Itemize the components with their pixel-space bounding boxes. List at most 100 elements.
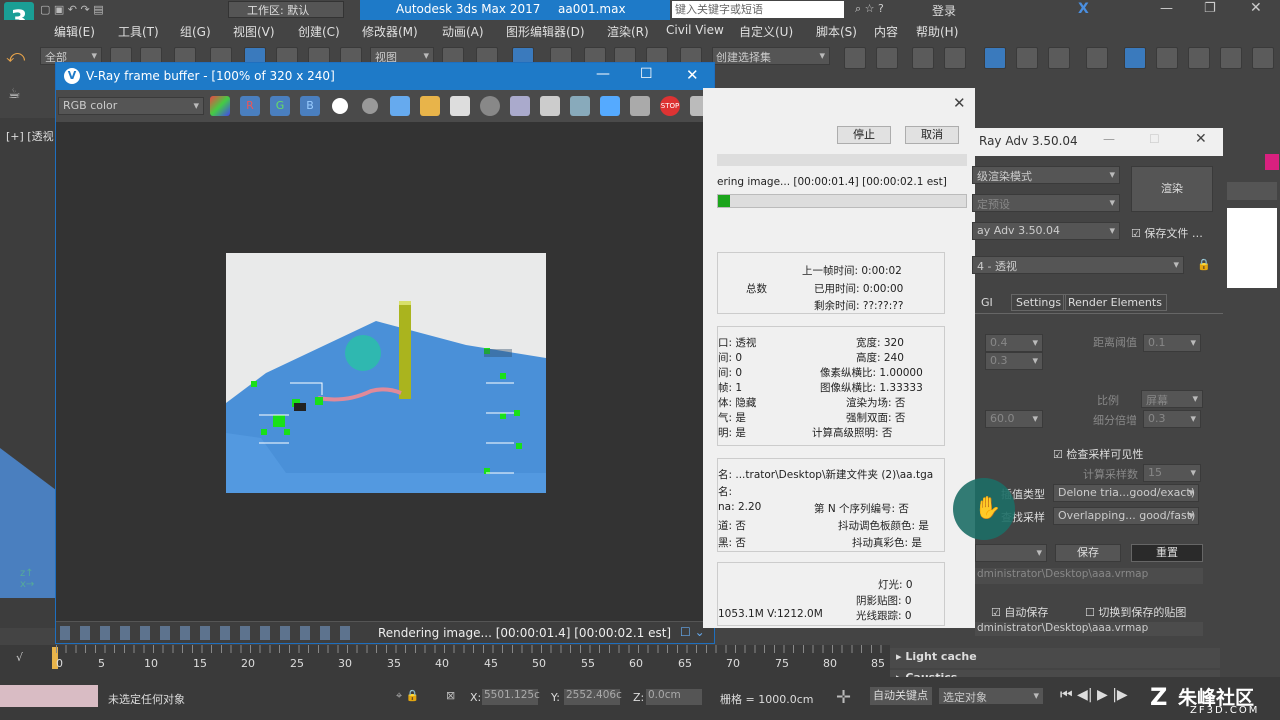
tab-gi[interactable]: GI	[981, 296, 993, 309]
modifier-list-dropdown[interactable]	[1227, 182, 1277, 200]
lookup-sample-dropdown[interactable]: Overlapping... good/fast)	[1053, 507, 1199, 525]
render-last-icon[interactable]	[570, 96, 590, 116]
render-iterative-icon[interactable]	[1220, 47, 1242, 69]
red-channel-button[interactable]: R	[240, 96, 260, 116]
dist-threshold-spinner[interactable]: 0.1	[1143, 334, 1201, 352]
window-close-icon[interactable]: ✕	[1250, 0, 1262, 16]
isolate-icon[interactable]: ⌖ 🔒	[396, 689, 419, 703]
calc-pass-spinner[interactable]: 15	[1143, 464, 1201, 482]
align-icon[interactable]	[876, 47, 898, 69]
mode-dropdown[interactable]	[975, 544, 1047, 562]
progress-close-icon[interactable]: ✕	[953, 94, 966, 112]
teapot-icon[interactable]: ☕	[8, 86, 38, 108]
load-image-icon[interactable]	[420, 96, 440, 116]
material-editor-icon[interactable]	[1086, 47, 1108, 69]
target-dropdown[interactable]: 级渲染模式	[972, 166, 1120, 184]
quick-access-toolbar[interactable]: ▢ ▣ ↶ ↷ ▤	[40, 3, 200, 17]
viewport-label[interactable]: [+] [透视	[6, 128, 54, 144]
menu-civil-view[interactable]: Civil View	[666, 23, 724, 37]
render-production-icon[interactable]	[1188, 47, 1210, 69]
schematic-icon[interactable]	[1048, 47, 1070, 69]
renderer-dropdown[interactable]: ay Adv 3.50.04	[972, 222, 1120, 240]
radius-spinner[interactable]: 60.0	[985, 410, 1043, 428]
autosave-path-field[interactable]: dministrator\Desktop\aaa.vrmap	[975, 622, 1203, 636]
check-sample-visibility-checkbox[interactable]: ☑ 检查采样可见性	[1053, 446, 1143, 462]
rendered-frame-icon[interactable]	[1156, 47, 1178, 69]
render-progress-dialog[interactable]: ✕ 停止 取消 ering image... [00:00:01.4] [00:…	[703, 88, 975, 628]
autodesk-x-icon[interactable]: X	[1078, 1, 1089, 17]
layer-explorer-icon[interactable]	[912, 47, 934, 69]
save-image-icon[interactable]	[390, 96, 410, 116]
timeline[interactable]: √ 0 5 10 15 20 25 30 35 40 45 50 55 60 6…	[0, 645, 890, 677]
light-cache-rollout[interactable]: ▸ Light cache	[890, 648, 1220, 668]
monochrome-icon[interactable]	[362, 98, 378, 114]
menu-group[interactable]: 组(G)	[180, 23, 211, 40]
cancel-button[interactable]: 取消	[905, 126, 959, 144]
render-activeshade-icon[interactable]	[1252, 47, 1274, 69]
vray-frame-buffer-window[interactable]: V V-Ray frame buffer - [100% of 320 x 24…	[55, 62, 715, 644]
layers-icon[interactable]	[944, 47, 966, 69]
z-coord-field[interactable]: 0.0cm	[646, 689, 702, 705]
menu-content[interactable]: 内容	[874, 23, 898, 40]
vfb-close-icon[interactable]: ✕	[686, 66, 699, 84]
menu-views[interactable]: 视图(V)	[233, 23, 275, 40]
scale-dropdown[interactable]: 屏幕	[1141, 390, 1203, 408]
render-teapot-icon[interactable]	[630, 96, 650, 116]
tab-render-elements[interactable]: Render Elements	[1063, 294, 1167, 311]
min-rate-spinner[interactable]: 0.4	[985, 334, 1043, 352]
save-map-button[interactable]: 保存	[1055, 544, 1121, 562]
render-button[interactable]: 渲染	[1131, 166, 1213, 212]
modifier-stack[interactable]	[1227, 208, 1277, 288]
vfb-bottom-icons[interactable]	[60, 626, 360, 640]
menu-create[interactable]: 创建(C)	[298, 23, 340, 40]
menu-scripting[interactable]: 脚本(S)	[816, 23, 857, 40]
view-dropdown[interactable]: 4 - 透视	[972, 256, 1184, 274]
stop-render-icon[interactable]: STOP	[660, 96, 680, 116]
selected-dropdown[interactable]: 选定对象	[938, 687, 1044, 705]
window-minimize-icon[interactable]: —	[1160, 1, 1173, 16]
track-mouse-icon[interactable]	[510, 96, 530, 116]
menu-edit[interactable]: 编辑(E)	[54, 23, 95, 40]
subdiv-mult-spinner[interactable]: 0.3	[1143, 410, 1201, 428]
clear-image-icon[interactable]	[450, 96, 470, 116]
vfb-minimize-icon[interactable]: —	[596, 66, 610, 82]
region-render-icon[interactable]	[540, 96, 560, 116]
selection-set-dropdown[interactable]: 创建选择集	[712, 47, 830, 65]
binoculars-icon[interactable]: ⌕ ☆ ?	[855, 2, 884, 16]
map-path-field[interactable]: dministrator\Desktop\aaa.vrmap	[975, 568, 1203, 584]
switch-to-saved-checkbox[interactable]: ☐ 切换到保存的贴图	[1085, 604, 1186, 620]
x-coord-field[interactable]: 5501.125c	[482, 689, 540, 705]
add-time-tag-icon[interactable]: ✛	[836, 687, 851, 708]
rs-close-icon[interactable]: ✕	[1195, 131, 1207, 147]
ribbon-icon[interactable]	[984, 47, 1006, 69]
vfb-maximize-icon[interactable]: ☐	[640, 66, 653, 82]
rs-minimize-icon[interactable]: —	[1103, 132, 1115, 146]
maxscript-listener[interactable]	[0, 685, 98, 707]
menu-help[interactable]: 帮助(H)	[916, 23, 958, 40]
render-setup-window[interactable]: Ray Adv 3.50.04 — ☐ ✕ 级渲染模式 定预设 ay Adv 3…	[972, 128, 1223, 636]
auto-save-checkbox[interactable]: ☑ 自动保存	[991, 604, 1048, 620]
lock-icon[interactable]: 🔒	[1197, 258, 1211, 271]
channel-dropdown[interactable]: RGB color	[58, 97, 204, 115]
green-channel-button[interactable]: G	[270, 96, 290, 116]
playback-controls-icon[interactable]: ⏮ ◀| ▶ |▶	[1060, 687, 1128, 703]
abs-mode-icon[interactable]: ⊠	[446, 689, 455, 702]
menu-tools[interactable]: 工具(T)	[118, 23, 159, 40]
search-input[interactable]: 键入关键字或短语	[672, 1, 844, 18]
undo-link-icon[interactable]: ⤺	[6, 46, 28, 68]
menu-modifiers[interactable]: 修改器(M)	[362, 23, 418, 40]
mirror-icon[interactable]	[844, 47, 866, 69]
color-channels-icon[interactable]	[210, 96, 230, 116]
window-restore-icon[interactable]: ❐	[1204, 1, 1216, 16]
object-color-swatch[interactable]	[1265, 154, 1279, 170]
interp-type-dropdown[interactable]: Delone tria...good/exact)	[1053, 484, 1199, 502]
vfb-title-bar[interactable]: V V-Ray frame buffer - [100% of 320 x 24…	[56, 63, 714, 90]
vfb-expand-icon[interactable]: ☐ ⌄	[680, 625, 705, 639]
stop-button[interactable]: 停止	[837, 126, 891, 144]
command-panel[interactable]	[1223, 118, 1280, 648]
save-file-checkbox[interactable]: ☑ 保存文件 …	[1131, 225, 1203, 241]
duplicate-to-max-icon[interactable]	[480, 96, 500, 116]
preset-dropdown[interactable]: 定预设	[972, 194, 1120, 212]
login-link[interactable]: 登录	[932, 2, 956, 19]
auto-key-button[interactable]: 自动关键点	[870, 687, 932, 705]
